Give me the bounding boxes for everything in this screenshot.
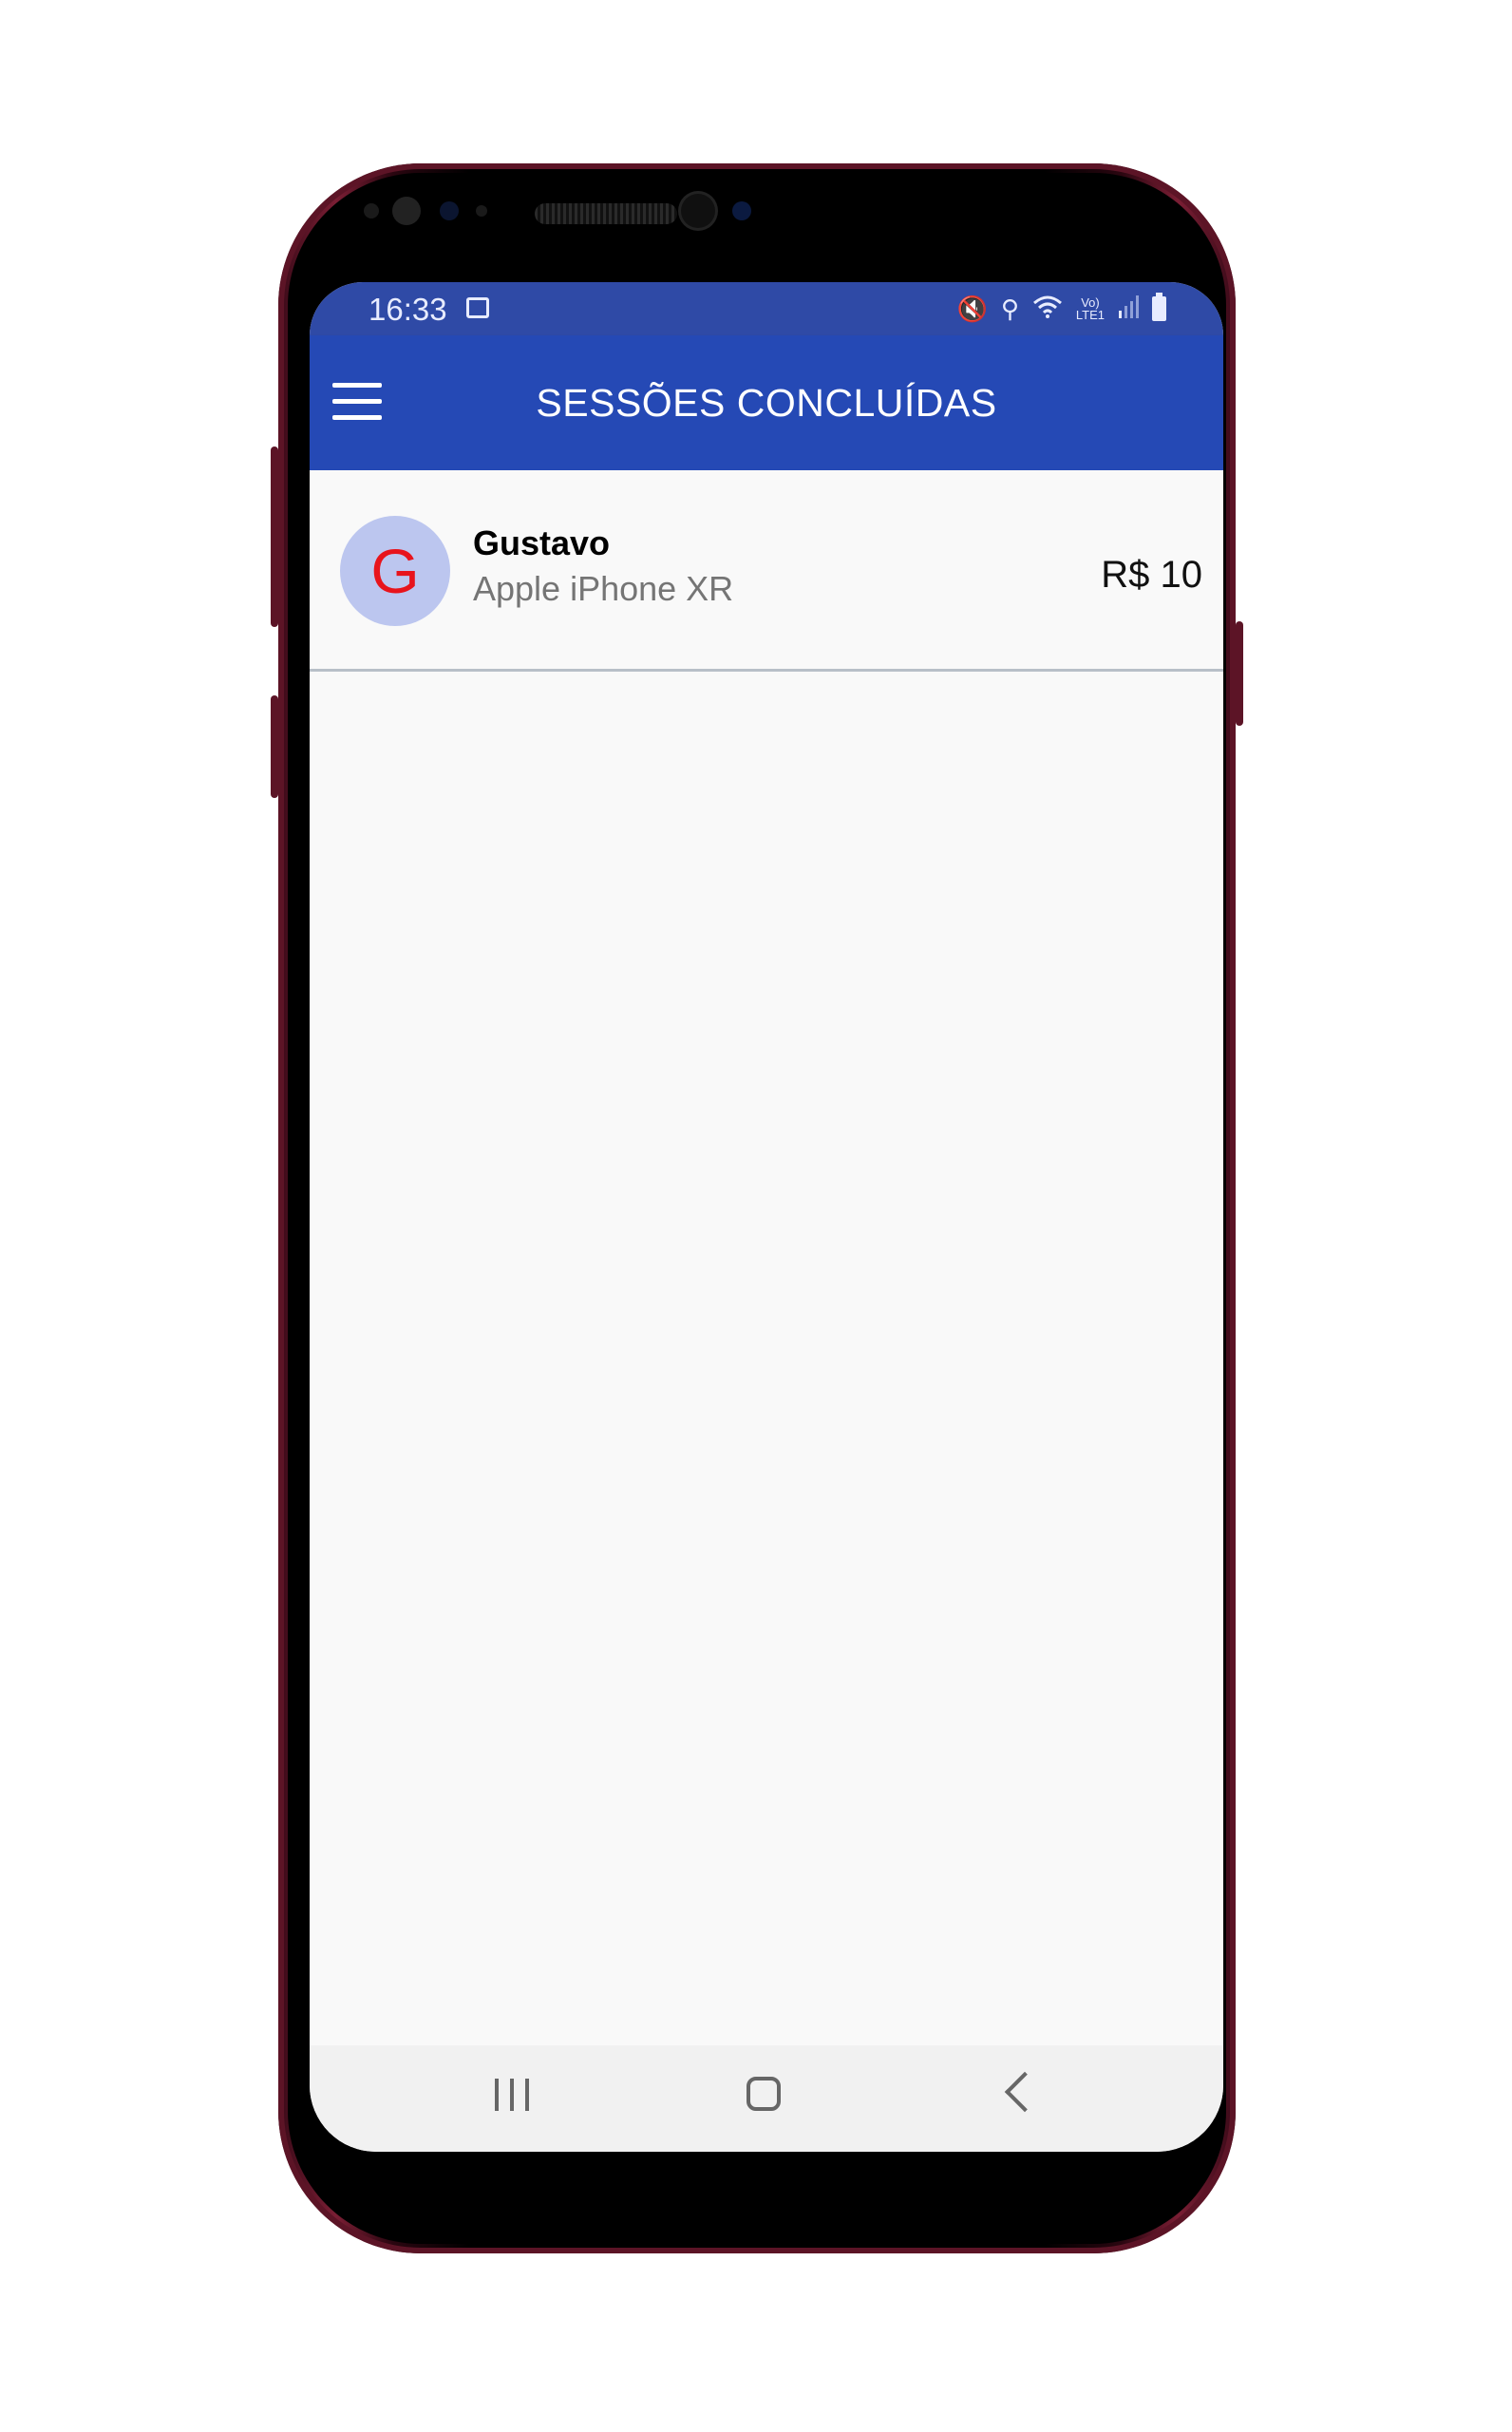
recent-apps-icon[interactable] xyxy=(495,2079,529,2111)
status-time: 16:33 xyxy=(369,292,447,327)
volume-mute-icon: 🔇 xyxy=(956,294,988,323)
navigation-bar xyxy=(310,2045,1223,2152)
iris-sensor xyxy=(440,201,459,220)
phone-frame: 16:33 🔇 ⚲ Vo) LTE1 SESSÕES CONCLUÍDAS G … xyxy=(271,163,1243,2253)
volume-button xyxy=(271,695,278,798)
status-icons: 🔇 ⚲ Vo) LTE1 xyxy=(956,292,1166,326)
proximity-sensor xyxy=(364,203,379,218)
wifi-icon xyxy=(1032,294,1063,325)
back-icon[interactable] xyxy=(1004,2071,1046,2113)
avatar: G xyxy=(340,516,450,626)
app-bar: SESSÕES CONCLUÍDAS xyxy=(310,335,1223,470)
battery-icon xyxy=(1152,293,1166,321)
front-camera xyxy=(681,194,715,228)
signal-bars-icon xyxy=(1118,294,1139,325)
iris-camera xyxy=(732,201,751,220)
power-button xyxy=(1236,621,1243,726)
page-title: SESSÕES CONCLUÍDAS xyxy=(536,381,997,425)
front-sensor xyxy=(392,197,421,225)
earpiece-speaker xyxy=(535,203,677,224)
client-name: Gustavo xyxy=(473,523,611,562)
image-icon xyxy=(466,297,489,318)
phone-body: 16:33 🔇 ⚲ Vo) LTE1 SESSÕES CONCLUÍDAS G … xyxy=(288,173,1226,2244)
screen: 16:33 🔇 ⚲ Vo) LTE1 SESSÕES CONCLUÍDAS G … xyxy=(310,282,1223,2152)
home-icon[interactable] xyxy=(747,2077,781,2111)
location-pin-icon: ⚲ xyxy=(1000,294,1019,323)
device-name: Apple iPhone XR xyxy=(473,569,734,608)
status-bar: 16:33 🔇 ⚲ Vo) LTE1 xyxy=(310,282,1223,335)
network-label: Vo) LTE1 xyxy=(1075,295,1105,322)
session-price: R$ 10 xyxy=(1101,554,1202,596)
bixby-button xyxy=(271,446,278,627)
led-sensor xyxy=(476,205,487,217)
list-item[interactable]: G Gustavo Apple iPhone XR R$ 10 xyxy=(310,470,1223,672)
